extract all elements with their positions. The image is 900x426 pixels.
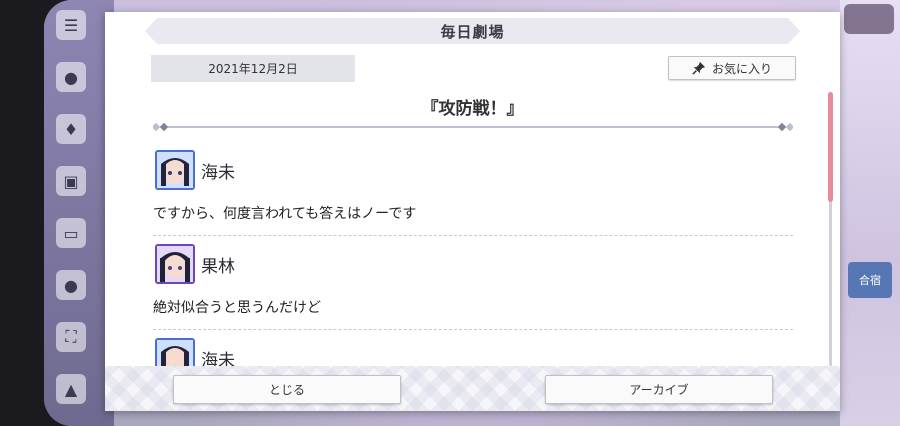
speaker-name: 海未 bbox=[201, 163, 235, 183]
side-menu: ☰ ● ♦ ▣ ▭ ● ⛶ ▲ bbox=[54, 10, 88, 404]
fullscreen-icon[interactable]: ⛶ bbox=[56, 322, 86, 352]
pin-icon bbox=[692, 61, 706, 75]
background-right-panel bbox=[840, 0, 900, 426]
favorite-label: お気に入り bbox=[711, 61, 772, 76]
avatar bbox=[155, 150, 195, 190]
scrollbar-thumb[interactable] bbox=[828, 92, 833, 202]
gift-icon[interactable]: ▣ bbox=[56, 166, 86, 196]
notification-badge[interactable] bbox=[844, 4, 894, 34]
close-button[interactable]: とじる bbox=[173, 375, 401, 404]
profile-icon[interactable]: ▲ bbox=[56, 374, 86, 404]
modal-title: 毎日劇場 bbox=[440, 22, 505, 41]
device-bezel bbox=[0, 0, 44, 426]
avatar bbox=[155, 338, 195, 366]
dialogue-entry: 海未 bbox=[153, 330, 793, 366]
speaker-name: 果林 bbox=[201, 257, 235, 277]
dialogue-entry: 果林 絶対似合うと思うんだけど bbox=[153, 236, 793, 330]
daily-theater-modal: 毎日劇場 2021年12月2日 お気に入り 『攻防戦！』 海未 ですから、何度言… bbox=[105, 12, 840, 411]
episode-title: 『攻防戦！』 bbox=[421, 99, 524, 119]
dialogue-entry: 海未 ですから、何度言われても答えはノーです bbox=[153, 142, 793, 236]
group-icon[interactable]: ● bbox=[56, 270, 86, 300]
dialogue-list[interactable]: 海未 ですから、何度言われても答えはノーです 果林 絶対似合うと思うんだけど 海… bbox=[153, 142, 793, 366]
background-chip[interactable]: 合宿 bbox=[848, 262, 892, 298]
chat-icon[interactable]: ● bbox=[56, 62, 86, 92]
avatar bbox=[155, 244, 195, 284]
menu-icon[interactable]: ☰ bbox=[56, 10, 86, 40]
title-divider bbox=[153, 122, 793, 132]
favorite-button[interactable]: お気に入り bbox=[668, 56, 796, 80]
message-icon[interactable]: ▭ bbox=[56, 218, 86, 248]
dialogue-line: 絶対似合うと思うんだけど bbox=[153, 300, 321, 316]
character-icon[interactable]: ♦ bbox=[56, 114, 86, 144]
modal-title-bar: 毎日劇場 bbox=[145, 18, 800, 44]
date-label: 2021年12月2日 bbox=[151, 55, 355, 82]
speaker-name: 海未 bbox=[201, 351, 235, 366]
archive-button[interactable]: アーカイブ bbox=[545, 375, 773, 404]
dialogue-line: ですから、何度言われても答えはノーです bbox=[153, 206, 417, 222]
